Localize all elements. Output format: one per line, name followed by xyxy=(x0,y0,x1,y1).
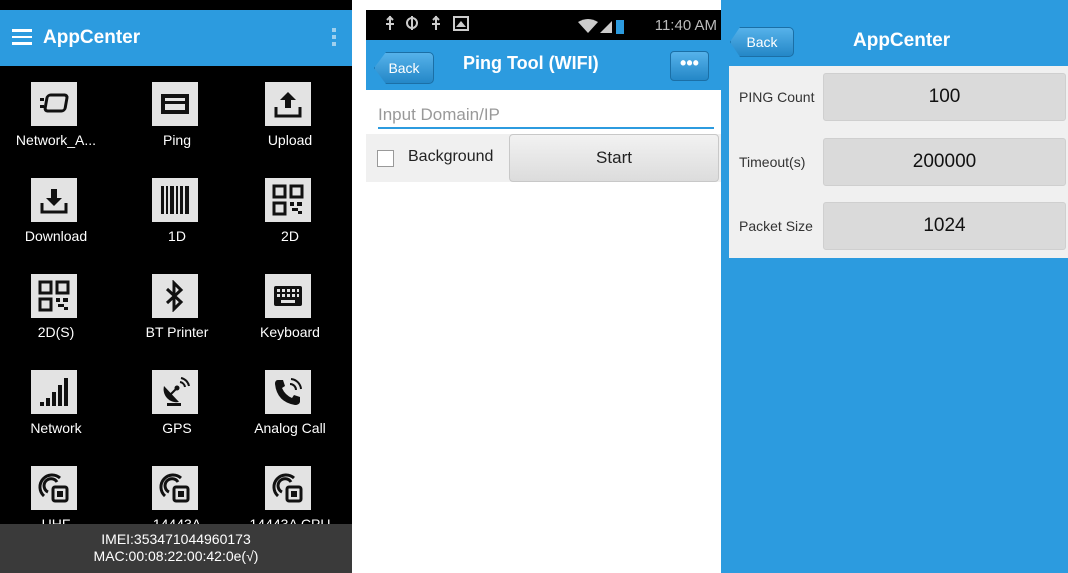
app-gps[interactable]: GPS xyxy=(127,358,227,454)
app-label: 2D(S) xyxy=(37,324,75,340)
app-download[interactable]: Download xyxy=(6,166,106,262)
app-label: Network xyxy=(30,420,82,436)
app-analog-call[interactable]: Analog Call xyxy=(240,358,340,454)
app-label: BT Printer xyxy=(145,324,209,340)
signal-battery-icon xyxy=(578,18,626,39)
app-upload[interactable]: Upload xyxy=(240,70,340,166)
network-analyzer-icon xyxy=(31,82,77,126)
domain-ip-input[interactable] xyxy=(378,102,714,129)
device-info-footer: IMEI:353471044960173 MAC:00:08:22:00:42:… xyxy=(0,524,352,573)
page-title: Ping Tool (WIFI) xyxy=(463,53,599,73)
status-time: 11:40 AM xyxy=(654,17,717,34)
nfc-chip-icon xyxy=(265,466,311,510)
app-center-panel: AppCenter Network_A... Ping Upload Downl… xyxy=(0,0,352,573)
app-label: 2D xyxy=(281,228,299,244)
timeout-row: Timeout(s) 200000 xyxy=(729,138,1068,186)
app-label: Keyboard xyxy=(260,324,320,340)
page-title: AppCenter xyxy=(853,30,951,51)
nfc-chip-icon xyxy=(31,466,77,510)
ping-count-row: PING Count 100 xyxy=(729,73,1068,121)
app-label: Ping xyxy=(162,132,192,148)
packet-size-row: Packet Size 1024 xyxy=(729,202,1068,250)
background-checkbox[interactable] xyxy=(377,150,394,167)
app-label: Download xyxy=(24,228,88,244)
notification-icons xyxy=(384,14,474,37)
app-ping[interactable]: Ping xyxy=(127,70,227,166)
app-1d[interactable]: 1D xyxy=(127,166,227,262)
download-icon xyxy=(31,178,77,222)
more-options-button[interactable]: ••• xyxy=(670,51,709,81)
satellite-dish-icon xyxy=(152,370,198,414)
ping-count-field[interactable]: 100 xyxy=(823,73,1066,121)
ping-tool-panel: 11:40 AM Back Ping Tool (WIFI) ••• Backg… xyxy=(366,0,721,573)
timeout-field[interactable]: 200000 xyxy=(823,138,1066,186)
barcode-icon xyxy=(152,178,198,222)
timeout-label: Timeout(s) xyxy=(739,154,806,170)
packet-size-field[interactable]: 1024 xyxy=(823,202,1066,250)
packet-size-label: Packet Size xyxy=(739,218,813,234)
app-label: Network_A... xyxy=(15,132,97,148)
app-bt-printer[interactable]: BT Printer xyxy=(127,262,227,358)
app-keyboard[interactable]: Keyboard xyxy=(240,262,340,358)
app-label: Analog Call xyxy=(254,420,326,436)
ping-icon xyxy=(152,82,198,126)
imei-text: IMEI:353471044960173 xyxy=(101,531,251,547)
app-network[interactable]: Network xyxy=(6,358,106,454)
signal-bars-icon xyxy=(31,370,77,414)
app-title: AppCenter xyxy=(43,27,141,48)
app-2d-s[interactable]: 2D(S) xyxy=(6,262,106,358)
phone-call-icon xyxy=(265,370,311,414)
app-label: Upload xyxy=(267,132,313,148)
status-bar: 11:40 AM xyxy=(366,10,721,40)
menu-icon[interactable] xyxy=(12,29,32,45)
app-network-analyzer[interactable]: Network_A... xyxy=(6,70,106,166)
overflow-menu-icon[interactable] xyxy=(332,28,336,50)
back-button[interactable]: Back xyxy=(374,52,434,84)
upload-icon xyxy=(265,82,311,126)
back-button[interactable]: Back xyxy=(730,27,794,57)
bluetooth-icon xyxy=(152,274,198,318)
ping-settings-panel: Back AppCenter PING Count 100 Timeout(s)… xyxy=(721,0,1068,573)
start-button[interactable]: Start xyxy=(509,134,719,182)
app-bar: AppCenter xyxy=(0,10,352,66)
ping-count-label: PING Count xyxy=(739,89,815,105)
ping-settings-form: PING Count 100 Timeout(s) 200000 Packet … xyxy=(729,66,1068,258)
ping-tool-header: Back Ping Tool (WIFI) ••• xyxy=(366,40,721,90)
qr-code-icon xyxy=(31,274,77,318)
qr-code-icon xyxy=(265,178,311,222)
app-label: 1D xyxy=(168,228,186,244)
app-label: GPS xyxy=(162,420,192,436)
nfc-chip-icon xyxy=(152,466,198,510)
background-label: Background xyxy=(408,148,494,165)
mac-text: MAC:00:08:22:00:42:0e(√) xyxy=(93,548,259,564)
keyboard-icon xyxy=(265,274,311,318)
app-2d[interactable]: 2D xyxy=(240,166,340,262)
